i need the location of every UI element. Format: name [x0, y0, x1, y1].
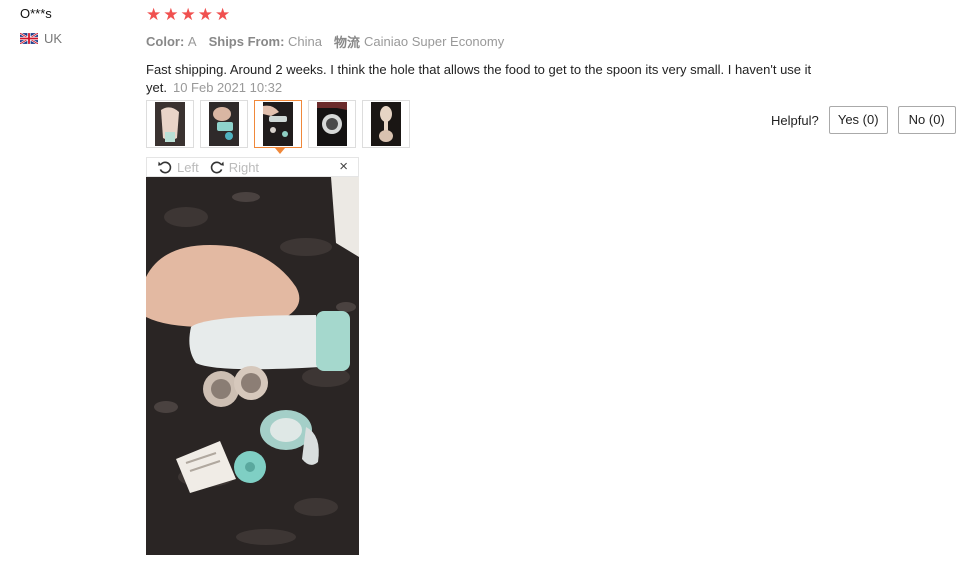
helpful-label: Helpful? [771, 112, 819, 128]
rotate-left-label: Left [177, 159, 199, 175]
helpful-yes-button[interactable]: Yes (0) [828, 106, 888, 134]
close-icon[interactable]: × [339, 159, 348, 175]
review-meta: Color: A Ships From: China 物流 Cainiao Sup… [146, 32, 906, 51]
shipping-method-value: Cainiao Super Economy [364, 34, 505, 49]
photo-thumbnail-active[interactable] [254, 100, 302, 154]
helpful-no-button[interactable]: No (0) [897, 106, 956, 134]
rotate-right-icon [210, 161, 224, 174]
reviewer-country: UK [20, 31, 62, 46]
photo-viewer: Left Right × [146, 157, 359, 555]
star-rating: ★ ★ ★ ★ ★ [146, 6, 906, 24]
country-label: UK [44, 31, 63, 46]
thumbnail-image [209, 102, 239, 146]
star-icon: ★ [215, 5, 231, 24]
color-label: Color: [146, 34, 185, 49]
reviewer-info: O***s UK [20, 6, 62, 46]
photo-thumbnail[interactable] [308, 100, 356, 148]
review-photo-thumbnails [146, 100, 410, 154]
uk-flag-icon [20, 33, 38, 44]
photo-thumbnail[interactable] [146, 100, 194, 148]
thumbnail-image [371, 102, 401, 146]
star-icon: ★ [163, 5, 179, 24]
rotate-right-button[interactable]: Right [209, 159, 259, 175]
shipping-method-label: 物流 [334, 35, 361, 50]
rotate-left-icon [158, 161, 172, 174]
star-icon: ★ [146, 5, 162, 24]
rotate-right-label: Right [228, 159, 260, 175]
star-icon: ★ [180, 5, 196, 24]
photo-thumbnail[interactable] [362, 100, 410, 148]
thumbnail-image [263, 102, 293, 146]
thumbnail-image [317, 102, 347, 146]
photo-viewer-toolbar: Left Right × [146, 157, 359, 177]
photo-thumbnail[interactable] [200, 100, 248, 148]
review-text-block: Fast shipping. Around 2 weeks. I think t… [146, 61, 856, 97]
color-value: A [187, 34, 197, 49]
rotate-left-button[interactable]: Left [157, 159, 199, 175]
reviewer-name: O***s [20, 6, 52, 21]
review-photo-large [146, 177, 359, 555]
star-icon: ★ [197, 5, 213, 24]
ships-from-label: Ships From: [208, 34, 285, 49]
review-content: ★ ★ ★ ★ ★ Color: A Ships From: China 物流 C… [146, 6, 906, 97]
ships-from-value: China [288, 34, 323, 49]
helpful-vote: Helpful? Yes (0) No (0) [771, 106, 956, 134]
active-thumbnail-indicator [275, 148, 285, 154]
review-date: 10 Feb 2021 10:32 [172, 80, 283, 95]
thumbnail-image [155, 102, 185, 146]
